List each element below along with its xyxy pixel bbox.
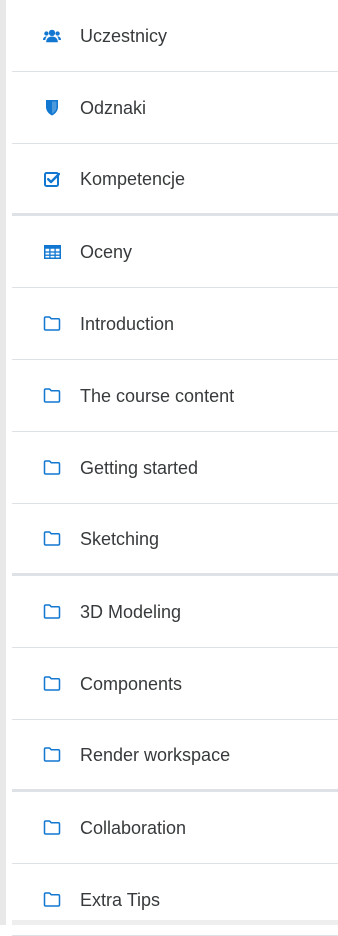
nav-item-label: Introduction: [80, 313, 175, 334]
folder-icon: [43, 315, 61, 333]
nav-item-label: Uczestnicy: [80, 25, 168, 46]
nav-item-label: Collaboration: [80, 817, 187, 838]
nav-item-collaboration[interactable]: Collaboration: [12, 792, 338, 864]
nav-item-label: 3D Modeling: [80, 601, 182, 622]
users-icon: [43, 27, 61, 45]
folder-icon: [43, 603, 61, 621]
nav-item-oceny[interactable]: Oceny: [12, 216, 338, 288]
nav-item-label: Odznaki: [80, 97, 147, 118]
nav-item-introduction[interactable]: Introduction: [12, 288, 338, 360]
nav-item-render-workspace[interactable]: Render workspace: [12, 720, 338, 792]
nav-item-label: Kompetencje: [80, 168, 186, 189]
nav-item-extra-tips[interactable]: Extra Tips: [12, 864, 338, 936]
nav-item-label: Extra Tips: [80, 889, 161, 910]
folder-icon: [43, 891, 61, 909]
nav-item-label: Getting started: [80, 457, 199, 478]
nav-item-label: Oceny: [80, 241, 133, 262]
nav-item-odznaki[interactable]: Odznaki: [12, 72, 338, 144]
course-navigation-panel: Uczestnicy Odznaki Kompetencje Oceny Int…: [0, 0, 338, 936]
nav-item-label: Render workspace: [80, 744, 231, 765]
nav-item-3d-modeling[interactable]: 3D Modeling: [12, 576, 338, 648]
folder-icon: [43, 746, 61, 764]
panel-bottom-edge: [12, 920, 338, 925]
nav-item-components[interactable]: Components: [12, 648, 338, 720]
nav-item-label: The course content: [80, 385, 235, 406]
folder-icon: [43, 530, 61, 548]
checkbox-icon: [43, 170, 61, 188]
folder-icon: [43, 459, 61, 477]
nav-item-sketching[interactable]: Sketching: [12, 504, 338, 576]
table-icon: [43, 243, 61, 261]
nav-item-uczestnicy[interactable]: Uczestnicy: [12, 0, 338, 72]
shield-icon: [43, 99, 61, 117]
nav-item-label: Components: [80, 673, 183, 694]
nav-item-label: Sketching: [80, 528, 160, 549]
nav-item-getting-started[interactable]: Getting started: [12, 432, 338, 504]
folder-icon: [43, 387, 61, 405]
folder-icon: [43, 819, 61, 837]
folder-icon: [43, 675, 61, 693]
nav-item-the-course-content[interactable]: The course content: [12, 360, 338, 432]
nav-item-kompetencje[interactable]: Kompetencje: [12, 144, 338, 216]
nav-list: Uczestnicy Odznaki Kompetencje Oceny Int…: [12, 0, 338, 936]
